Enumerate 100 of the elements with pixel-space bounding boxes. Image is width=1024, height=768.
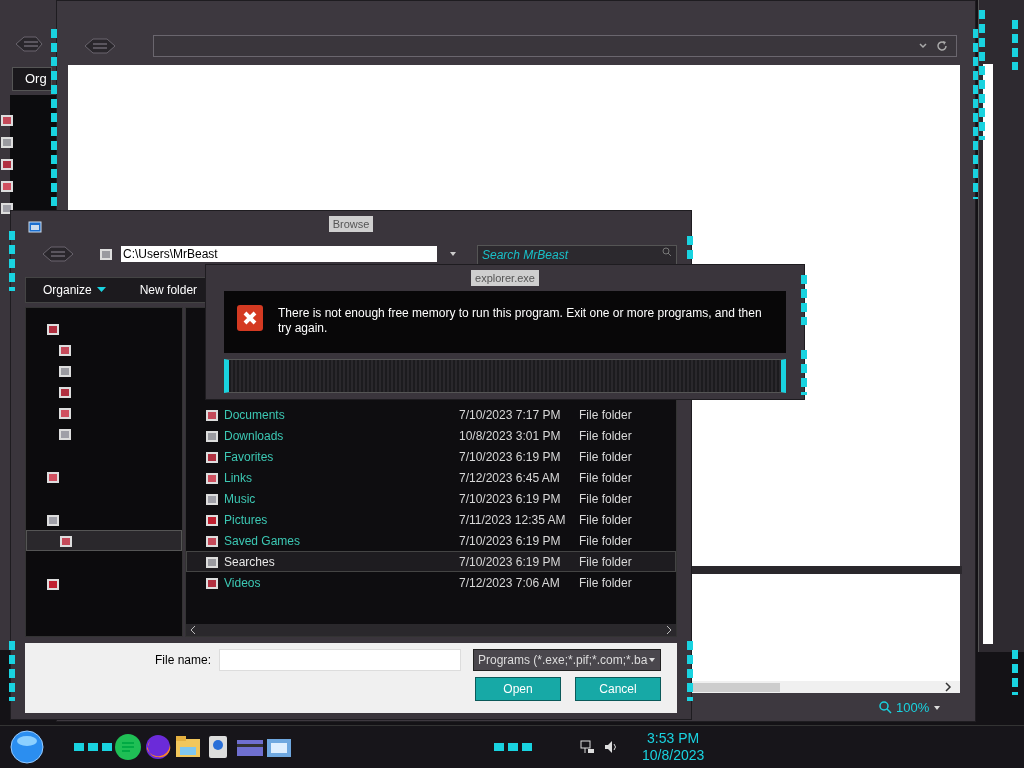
file-type: File folder [579,553,632,571]
file-type: File folder [579,406,632,424]
toolbar-button[interactable]: Organize [26,278,123,302]
folder-icon [0,135,14,149]
light-strip [9,641,15,701]
chevron-right-icon[interactable] [666,626,672,634]
folder-icon [58,342,72,357]
zoom-level[interactable]: 100% [896,698,930,718]
scrollbar[interactable] [690,681,960,693]
folder-icon [46,512,60,527]
caret-icon[interactable] [933,704,942,711]
file-name: Pictures [224,511,269,529]
file-type: File folder [579,427,632,445]
folder-icon [58,363,72,378]
folder-icon [205,533,219,548]
file-name: Documents [224,406,286,424]
folder-icon [46,469,60,484]
folder-icon [205,491,219,506]
file-name: Links [224,469,253,487]
folder-icon [0,201,14,215]
file-row[interactable]: Links 7/12/2023 6:45 AM File folder [186,467,676,488]
start-orb-icon[interactable] [10,730,44,764]
window-icon [28,221,42,233]
file-row[interactable]: Downloads 10/8/2023 3:01 PM File folder [186,425,676,446]
file-date: 7/12/2023 6:45 AM [459,469,561,487]
file-date: 7/11/2023 12:35 AM [459,511,567,529]
error-icon [236,304,264,332]
caret-icon [96,287,106,293]
file-date: 7/10/2023 6:19 PM [459,553,562,571]
file-type: File folder [579,448,632,466]
file-type-dropdown[interactable]: Programs (*.exe;*.pif;*.com;*.ba [473,649,661,671]
file-name: Searches [224,553,276,571]
folder-icon [205,575,219,590]
address-text: C:\Users\MrBeast [122,248,218,260]
file-row[interactable]: Videos 7/12/2023 7:06 AM File folder [186,572,676,593]
clock[interactable]: 3:53 PM 10/8/2023 [642,730,705,764]
folder-icon [205,407,219,422]
file-type: File folder [579,469,632,487]
file-date: 7/10/2023 6:19 PM [459,448,562,466]
nav-item[interactable] [26,530,182,551]
file-row[interactable]: Searches 7/10/2023 6:19 PM File folder [186,551,676,572]
light-strip [74,743,114,751]
file-name-field[interactable] [219,649,461,671]
file-row[interactable]: Pictures 7/11/2023 12:35 AM File folder [186,509,676,530]
file-row[interactable]: Saved Games 7/10/2023 6:19 PM File folder [186,530,676,551]
file-date: 7/10/2023 7:17 PM [459,406,562,424]
light-strip [494,743,534,751]
scroll-thumb[interactable] [690,683,780,692]
field-label: File name: [154,652,211,669]
folder-icon [0,179,14,193]
file-type: File folder [579,490,632,508]
folder-icon [58,426,72,441]
refresh-icon[interactable] [936,40,948,52]
light-strip [801,275,807,325]
file-type: File folder [579,511,632,529]
folder-icon [46,321,60,336]
file-row[interactable]: Favorites 7/10/2023 6:19 PM File folder [186,446,676,467]
folder-icon [205,470,219,485]
light-strip [801,350,807,395]
folder-icon [46,576,60,591]
file-row[interactable]: Music 7/10/2023 6:19 PM File folder [186,488,676,509]
chevron-left-icon[interactable] [190,626,196,634]
light-strip [1012,650,1018,695]
folder-icon [205,554,219,569]
folder-icon [205,428,219,443]
file-name: Saved Games [224,532,302,550]
search-icon[interactable] [662,247,672,257]
caret-icon[interactable] [449,251,457,257]
folder-icon [205,512,219,527]
folder-icon [99,247,113,261]
address-field[interactable]: C:\Users\MrBeast [121,246,437,262]
file-type: File folder [579,574,632,592]
network-icon[interactable] [580,740,596,754]
folder-icon [58,384,72,399]
chat-icon[interactable] [114,733,144,761]
caret-icon [648,657,656,663]
error-message: There is not enough free memory to run this program. Exit one or more programs, and then try again. [278,305,763,336]
folder-icon [58,405,72,420]
folder-icon [59,533,73,548]
file-name: Videos [224,574,262,592]
file-name: Downloads [224,427,285,445]
file-row[interactable]: Documents 7/10/2023 7:17 PM File folder [186,404,676,425]
file-date: 7/10/2023 6:19 PM [459,532,562,550]
file-name: Favorites [224,448,275,466]
file-name: Music [224,490,257,508]
folder-icon [0,157,14,171]
folder-icon [205,449,219,464]
zoom-icon[interactable] [879,701,892,715]
search-field[interactable]: Search MrBeast [477,245,677,265]
file-type: File folder [579,532,632,550]
scrollbar[interactable] [186,624,676,636]
light-strip [9,231,15,291]
window-title: Browse [328,215,374,233]
folder-icon [0,113,14,127]
window-title: explorer.exe [471,269,539,287]
chevron-right-icon[interactable] [944,682,952,692]
chevron-down-icon[interactable] [918,41,928,51]
file-date: 7/12/2023 7:06 AM [459,574,561,592]
light-strip [1012,20,1018,70]
toolbar-button[interactable]: Org [12,67,52,91]
